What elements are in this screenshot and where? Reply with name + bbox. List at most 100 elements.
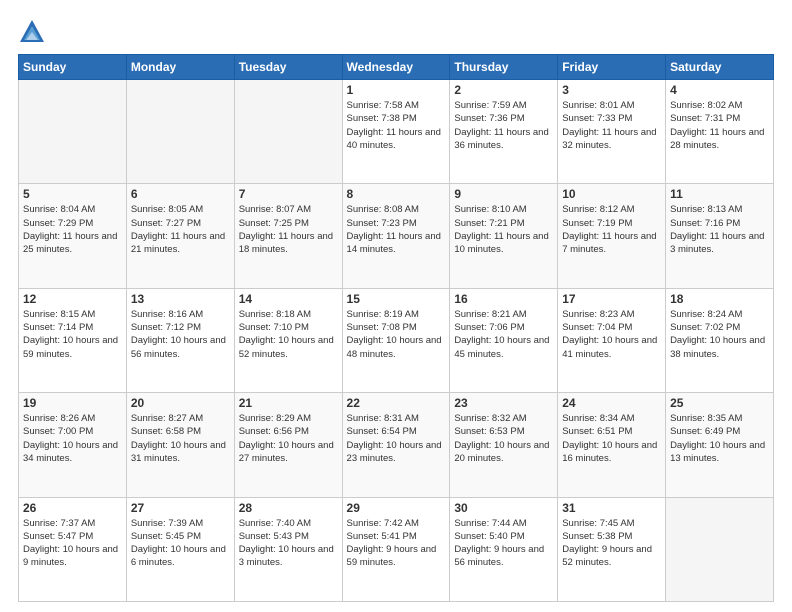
day-info: Sunrise: 8:35 AM Sunset: 6:49 PM Dayligh… [670,412,769,465]
header [18,18,774,46]
day-number: 30 [454,501,553,515]
day-number: 28 [239,501,338,515]
day-number: 9 [454,187,553,201]
day-cell: 10Sunrise: 8:12 AM Sunset: 7:19 PM Dayli… [558,184,666,288]
day-number: 26 [23,501,122,515]
day-info: Sunrise: 8:02 AM Sunset: 7:31 PM Dayligh… [670,99,769,152]
day-info: Sunrise: 8:16 AM Sunset: 7:12 PM Dayligh… [131,308,230,361]
weekday-sunday: Sunday [19,55,127,80]
day-info: Sunrise: 8:32 AM Sunset: 6:53 PM Dayligh… [454,412,553,465]
day-info: Sunrise: 8:21 AM Sunset: 7:06 PM Dayligh… [454,308,553,361]
day-cell: 17Sunrise: 8:23 AM Sunset: 7:04 PM Dayli… [558,288,666,392]
day-cell: 5 Sunrise: 8:04 AM Sunset: 7:29 PM Daylig… [19,184,127,288]
week-row-5: 26 Sunrise: 7:37 AM Sunset: 5:47 PM Dayli… [19,497,774,601]
day-number: 10 [562,187,661,201]
day-number: 17 [562,292,661,306]
weekday-saturday: Saturday [666,55,774,80]
day-cell: 12 Sunrise: 8:15 AM Sunset: 7:14 PM Dayli… [19,288,127,392]
day-info: Sunrise: 8:27 AM Sunset: 6:58 PM Dayligh… [131,412,230,465]
day-cell: 13 Sunrise: 8:16 AM Sunset: 7:12 PM Dayli… [126,288,234,392]
day-info: Sunrise: 8:08 AM Sunset: 7:23 PM Dayligh… [347,203,446,256]
page: SundayMondayTuesdayWednesdayThursdayFrid… [0,0,792,612]
day-number: 7 [239,187,338,201]
day-cell: 16 Sunrise: 8:21 AM Sunset: 7:06 PM Dayli… [450,288,558,392]
day-number: 1 [347,83,446,97]
day-info: Sunrise: 8:18 AM Sunset: 7:10 PM Dayligh… [239,308,338,361]
day-number: 25 [670,396,769,410]
day-cell: 25 Sunrise: 8:35 AM Sunset: 6:49 PM Dayli… [666,393,774,497]
day-info: Sunrise: 8:15 AM Sunset: 7:14 PM Dayligh… [23,308,122,361]
day-info: Sunrise: 7:40 AM Sunset: 5:43 PM Dayligh… [239,517,338,570]
weekday-thursday: Thursday [450,55,558,80]
day-cell: 9 Sunrise: 8:10 AM Sunset: 7:21 PM Daylig… [450,184,558,288]
day-number: 5 [23,187,122,201]
day-info: Sunrise: 8:31 AM Sunset: 6:54 PM Dayligh… [347,412,446,465]
day-number: 8 [347,187,446,201]
day-number: 18 [670,292,769,306]
day-info: Sunrise: 8:05 AM Sunset: 7:27 PM Dayligh… [131,203,230,256]
day-number: 27 [131,501,230,515]
day-info: Sunrise: 7:37 AM Sunset: 5:47 PM Dayligh… [23,517,122,570]
day-info: Sunrise: 8:01 AM Sunset: 7:33 PM Dayligh… [562,99,661,152]
day-info: Sunrise: 7:42 AM Sunset: 5:41 PM Dayligh… [347,517,446,570]
day-cell: 18 Sunrise: 8:24 AM Sunset: 7:02 PM Dayli… [666,288,774,392]
weekday-wednesday: Wednesday [342,55,450,80]
day-cell: 24 Sunrise: 8:34 AM Sunset: 6:51 PM Dayli… [558,393,666,497]
day-cell: 29 Sunrise: 7:42 AM Sunset: 5:41 PM Dayli… [342,497,450,601]
day-cell: 15Sunrise: 8:19 AM Sunset: 7:08 PM Dayli… [342,288,450,392]
day-cell: 2 Sunrise: 7:59 AM Sunset: 7:36 PM Daylig… [450,80,558,184]
day-cell: 8 Sunrise: 8:08 AM Sunset: 7:23 PM Daylig… [342,184,450,288]
day-cell: 21 Sunrise: 8:29 AM Sunset: 6:56 PM Dayli… [234,393,342,497]
day-cell: 7 Sunrise: 8:07 AM Sunset: 7:25 PM Daylig… [234,184,342,288]
day-number: 31 [562,501,661,515]
calendar-table: SundayMondayTuesdayWednesdayThursdayFrid… [18,54,774,602]
day-number: 11 [670,187,769,201]
day-number: 3 [562,83,661,97]
day-cell: 30 Sunrise: 7:44 AM Sunset: 5:40 PM Dayli… [450,497,558,601]
day-number: 19 [23,396,122,410]
weekday-tuesday: Tuesday [234,55,342,80]
day-cell: 23Sunrise: 8:32 AM Sunset: 6:53 PM Dayli… [450,393,558,497]
day-cell: 22 Sunrise: 8:31 AM Sunset: 6:54 PM Dayli… [342,393,450,497]
day-number: 20 [131,396,230,410]
day-cell [666,497,774,601]
day-cell: 26 Sunrise: 7:37 AM Sunset: 5:47 PM Dayli… [19,497,127,601]
day-info: Sunrise: 8:29 AM Sunset: 6:56 PM Dayligh… [239,412,338,465]
day-number: 2 [454,83,553,97]
day-number: 16 [454,292,553,306]
day-info: Sunrise: 8:24 AM Sunset: 7:02 PM Dayligh… [670,308,769,361]
weekday-monday: Monday [126,55,234,80]
day-cell: 4 Sunrise: 8:02 AM Sunset: 7:31 PM Daylig… [666,80,774,184]
day-cell: 14Sunrise: 8:18 AM Sunset: 7:10 PM Dayli… [234,288,342,392]
day-cell [19,80,127,184]
day-number: 22 [347,396,446,410]
day-info: Sunrise: 8:19 AM Sunset: 7:08 PM Dayligh… [347,308,446,361]
day-info: Sunrise: 8:07 AM Sunset: 7:25 PM Dayligh… [239,203,338,256]
day-info: Sunrise: 7:59 AM Sunset: 7:36 PM Dayligh… [454,99,553,152]
day-cell: 3 Sunrise: 8:01 AM Sunset: 7:33 PM Daylig… [558,80,666,184]
day-info: Sunrise: 7:58 AM Sunset: 7:38 PM Dayligh… [347,99,446,152]
day-info: Sunrise: 8:10 AM Sunset: 7:21 PM Dayligh… [454,203,553,256]
day-info: Sunrise: 8:13 AM Sunset: 7:16 PM Dayligh… [670,203,769,256]
day-info: Sunrise: 7:44 AM Sunset: 5:40 PM Dayligh… [454,517,553,570]
weekday-header-row: SundayMondayTuesdayWednesdayThursdayFrid… [19,55,774,80]
day-number: 24 [562,396,661,410]
day-info: Sunrise: 8:34 AM Sunset: 6:51 PM Dayligh… [562,412,661,465]
day-cell [126,80,234,184]
day-number: 21 [239,396,338,410]
day-cell: 11 Sunrise: 8:13 AM Sunset: 7:16 PM Dayli… [666,184,774,288]
logo [18,18,50,46]
day-cell: 31 Sunrise: 7:45 AM Sunset: 5:38 PM Dayli… [558,497,666,601]
day-number: 13 [131,292,230,306]
day-number: 12 [23,292,122,306]
day-info: Sunrise: 7:45 AM Sunset: 5:38 PM Dayligh… [562,517,661,570]
day-number: 4 [670,83,769,97]
day-number: 29 [347,501,446,515]
day-cell: 1 Sunrise: 7:58 AM Sunset: 7:38 PM Daylig… [342,80,450,184]
day-info: Sunrise: 8:04 AM Sunset: 7:29 PM Dayligh… [23,203,122,256]
weekday-friday: Friday [558,55,666,80]
day-cell [234,80,342,184]
day-number: 6 [131,187,230,201]
day-cell: 20 Sunrise: 8:27 AM Sunset: 6:58 PM Dayli… [126,393,234,497]
week-row-3: 12 Sunrise: 8:15 AM Sunset: 7:14 PM Dayli… [19,288,774,392]
